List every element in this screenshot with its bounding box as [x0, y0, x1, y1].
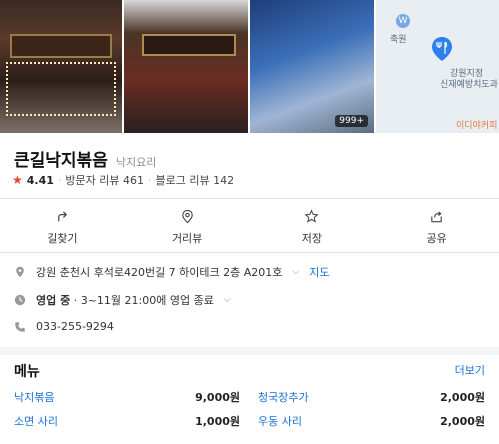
- directions-button[interactable]: 길찾기: [0, 203, 125, 251]
- divider: [0, 198, 499, 199]
- visitor-reviews-link[interactable]: 방문자 리뷰 461: [65, 172, 144, 188]
- menu-item-name[interactable]: 소면 사리: [14, 413, 58, 429]
- share-button[interactable]: 공유: [374, 203, 499, 251]
- photo-strip: 999+ W 축원 강원지정 신재예방치도과 이디야커피: [0, 0, 499, 133]
- menu-item-price: 2,000원: [440, 415, 485, 428]
- star-icon: [304, 208, 319, 223]
- restaurant-pin-icon: [432, 37, 452, 61]
- action-bar: 길찾기 거리뷰 저장 공유: [0, 203, 499, 251]
- separator: ·: [57, 173, 62, 187]
- share-icon: [431, 210, 442, 222]
- hours-row[interactable]: 영업 중 · 3~11월 21:00에 영업 종료 ⌵: [14, 292, 231, 308]
- storefront-lights: [6, 62, 116, 116]
- save-label: 저장: [301, 231, 322, 245]
- map-label: 신재예방치도과: [440, 80, 498, 90]
- separator: ·: [148, 173, 152, 187]
- blog-reviews-link[interactable]: 블로그 리뷰 142: [156, 172, 235, 188]
- address-row: 강원 춘천시 후석로420번길 7 하이테크 2층 A201호 ⌵ 지도: [14, 264, 330, 280]
- photo-storefront-2[interactable]: [124, 0, 248, 133]
- phone-row: 033-255-9294: [14, 320, 114, 333]
- section-divider: [0, 347, 499, 355]
- map-label: 축원: [390, 35, 407, 45]
- photo-count-badge: 999+: [335, 115, 368, 127]
- rating-star-icon: ★: [12, 173, 23, 187]
- divider: [0, 252, 499, 253]
- directions-icon: [58, 210, 67, 221]
- hours-text: 영업 중 · 3~11월 21:00에 영업 종료: [36, 294, 214, 307]
- menu-item-price: 1,000원: [195, 415, 240, 428]
- rating-row: ★ 4.41 · 방문자 리뷰 461 · 블로그 리뷰 142: [12, 172, 234, 188]
- place-category: 낙지요리: [115, 156, 157, 169]
- rating-score: 4.41: [26, 173, 54, 187]
- place-title-row: 큰길낙지볶음 낙지요리: [14, 146, 156, 171]
- hours-detail: 3~11월 21:00에 영업 종료: [80, 294, 214, 307]
- menu-item-name[interactable]: 낙지볶음: [14, 389, 54, 405]
- more-menu-link[interactable]: 더보기: [455, 362, 485, 378]
- save-button[interactable]: 저장: [250, 203, 375, 251]
- hours-status: 영업 중: [36, 294, 71, 307]
- map-link[interactable]: 지도: [309, 264, 329, 280]
- map-label: 이디야커피: [456, 121, 498, 131]
- street-view-label: 거리뷰: [171, 231, 203, 245]
- menu-item-name[interactable]: 우동 사리: [258, 413, 302, 429]
- location-pin-icon: [16, 266, 24, 278]
- share-label: 공유: [426, 231, 447, 245]
- menu-heading: 메뉴: [14, 364, 40, 380]
- photo-storefront-1[interactable]: [0, 0, 122, 133]
- phone-number[interactable]: 033-255-9294: [36, 320, 114, 333]
- menu-item-price: 2,000원: [440, 391, 485, 404]
- address-text: 강원 춘천시 후석로420번길 7 하이테크 2층 A201호: [36, 266, 283, 279]
- map-thumbnail[interactable]: W 축원 강원지정 신재예방치도과 이디야커피: [376, 0, 499, 133]
- street-view-button[interactable]: 거리뷰: [125, 203, 250, 251]
- clock-icon: [14, 294, 26, 306]
- chevron-down-icon[interactable]: ⌵: [224, 295, 231, 305]
- storefront-sign: [142, 34, 236, 56]
- subway-icon: W: [396, 14, 410, 28]
- photo-building[interactable]: 999+: [250, 0, 374, 133]
- menu-item-name[interactable]: 청국장추가: [258, 389, 309, 405]
- place-name: 큰길낙지볶음: [14, 151, 108, 171]
- directions-label: 길찾기: [47, 231, 78, 245]
- menu-item-price: 9,000원: [195, 391, 240, 404]
- location-pin-icon: [181, 209, 193, 223]
- phone-icon: [15, 321, 25, 332]
- chevron-down-icon[interactable]: ⌵: [292, 267, 299, 277]
- storefront-sign: [10, 34, 112, 58]
